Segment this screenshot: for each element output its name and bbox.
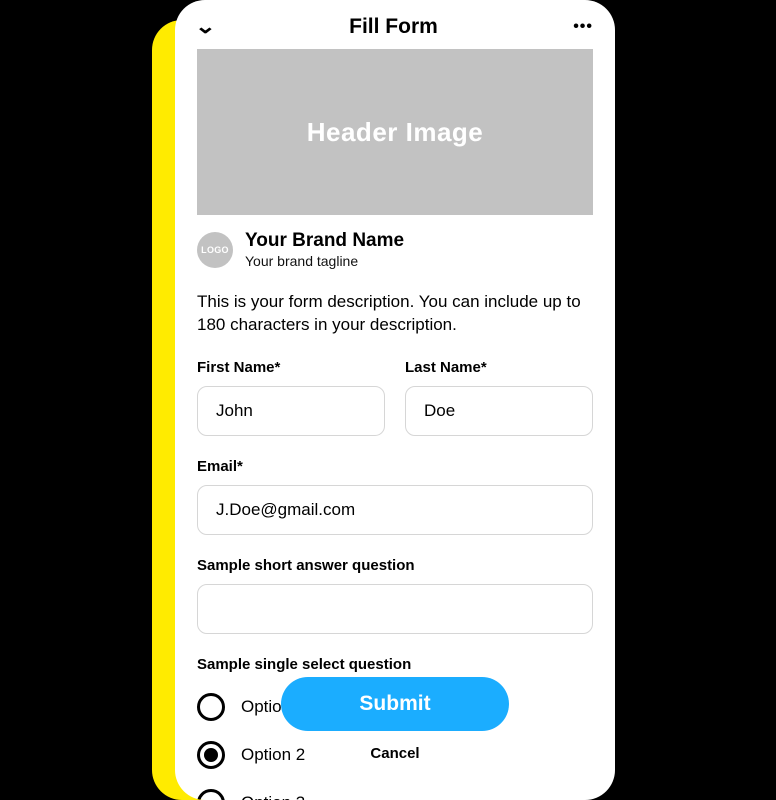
brand-logo-text: LOGO (201, 245, 229, 255)
email-field[interactable] (197, 485, 593, 535)
page-title: Fill Form (349, 15, 438, 39)
phone-frame: ⌄ Fill Form ••• Header Image LOGO Your B… (175, 0, 615, 800)
last-name-label: Last Name* (405, 359, 593, 376)
brand-logo: LOGO (197, 232, 233, 268)
last-name-field: Last Name* (405, 359, 593, 436)
first-name-label: First Name* (197, 359, 385, 376)
radio-icon (197, 693, 225, 721)
more-icon[interactable]: ••• (573, 18, 593, 36)
header-image-placeholder: Header Image (197, 49, 593, 215)
chevron-down-icon[interactable]: ⌄ (194, 14, 216, 39)
last-name-input[interactable] (405, 386, 593, 436)
radio-label: Option 2 (241, 745, 305, 765)
brand-row: LOGO Your Brand Name Your brand tagline (197, 231, 593, 269)
submit-button[interactable]: Submit (281, 677, 509, 731)
name-row: First Name* Last Name* (197, 359, 593, 436)
brand-tagline: Your brand tagline (245, 253, 404, 269)
brand-text: Your Brand Name Your brand tagline (245, 231, 404, 269)
email-label: Email* (197, 458, 593, 475)
radio-icon (197, 789, 225, 800)
header-image-label: Header Image (307, 117, 484, 148)
email-field-wrap: Email* (197, 458, 593, 535)
radio-label: Option 3 (241, 793, 305, 800)
single-select-label: Sample single select question (197, 656, 593, 673)
first-name-field: First Name* (197, 359, 385, 436)
brand-name: Your Brand Name (245, 231, 404, 252)
form-description: This is your form description. You can i… (197, 291, 593, 337)
topbar: ⌄ Fill Form ••• (175, 0, 615, 49)
short-answer-input[interactable] (197, 584, 593, 634)
short-answer-field: Sample short answer question (197, 557, 593, 634)
radio-item-option-3[interactable]: Option 3 (197, 779, 593, 800)
cancel-button[interactable]: Cancel (370, 745, 419, 762)
first-name-input[interactable] (197, 386, 385, 436)
short-answer-label: Sample short answer question (197, 557, 593, 574)
radio-icon (197, 741, 225, 769)
